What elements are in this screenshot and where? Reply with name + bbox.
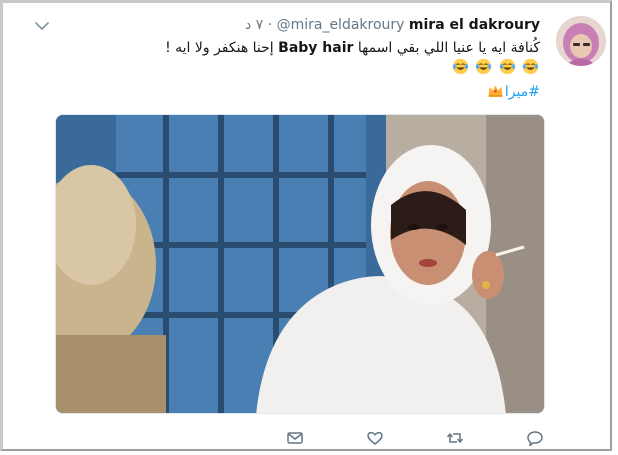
tweet-text-part2: إحنا هنكفر ولا ايه ! [165,40,274,56]
tweet-photo[interactable] [55,114,545,414]
chevron-down-icon[interactable] [34,18,50,34]
author-name[interactable]: mira el dakroury [409,17,540,33]
face-with-tears-of-joy-icon [499,58,515,75]
emoji-row [451,58,540,76]
face-with-tears-of-joy-icon [475,58,492,75]
avatar[interactable] [556,16,606,66]
tweet-text-part1: كُنافة ايه يا عنيا اللي بقي اسمها [357,40,540,56]
face-with-tears-of-joy-icon [452,58,468,75]
tweet-card[interactable]: ٧ د · @mira_eldakroury mira el dakroury … [8,6,608,448]
retweet-icon[interactable] [446,429,464,447]
like-icon[interactable] [366,429,384,447]
tweet-text: كُنافة ايه يا عنيا اللي بقي اسمها Baby h… [70,38,540,78]
tweet-actions [286,429,546,449]
timestamp[interactable]: ٧ د [245,17,263,33]
reply-icon[interactable] [526,429,544,447]
face-with-tears-of-joy-icon [522,58,539,75]
tweet-header: ٧ د · @mira_eldakroury mira el dakroury [245,17,540,33]
tweet-text-bold: Baby hair [278,40,354,56]
hashtag-link[interactable]: #ميرا [486,82,540,102]
crown-icon [488,85,503,97]
hashtag-text[interactable]: #ميرا [505,84,540,100]
author-handle[interactable]: @mira_eldakroury [277,17,405,33]
message-icon[interactable] [286,429,304,447]
